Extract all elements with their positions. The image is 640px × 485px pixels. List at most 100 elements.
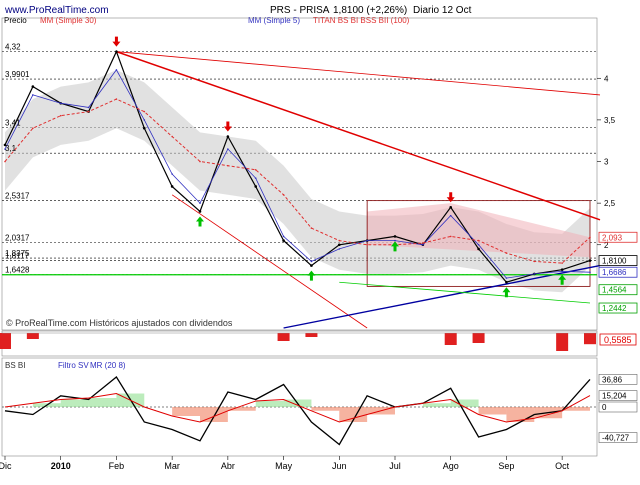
x-axis-label: Abr bbox=[221, 461, 235, 471]
price-point bbox=[561, 270, 563, 273]
price-axis-label: 1,8117 bbox=[5, 252, 29, 261]
osc-label: BS BI bbox=[5, 361, 25, 370]
mr-bar bbox=[88, 398, 117, 407]
price-axis-label: 3,1 bbox=[5, 144, 17, 153]
price-change-label: 1,8100 (+2,26%) bbox=[333, 5, 407, 16]
osc-tag: 0 bbox=[602, 403, 607, 412]
price-point bbox=[142, 126, 146, 130]
price-point bbox=[393, 235, 397, 238]
price-point bbox=[4, 160, 6, 163]
price-point bbox=[477, 239, 480, 242]
price-point bbox=[588, 259, 592, 262]
price-point bbox=[505, 252, 508, 254]
price-point bbox=[282, 194, 285, 196]
right-axis-label: 4 bbox=[604, 74, 609, 83]
bsbi-bar bbox=[556, 333, 569, 351]
price-tag: 1,6686 bbox=[602, 268, 627, 277]
x-axis-label: 2010 bbox=[51, 461, 71, 471]
price-point bbox=[449, 214, 452, 217]
right-axis-label: 3 bbox=[604, 158, 609, 167]
price-point bbox=[282, 235, 285, 238]
x-axis-label: May bbox=[275, 461, 293, 471]
price-point bbox=[87, 106, 90, 109]
osc-mr-label: MR (20 8) bbox=[90, 361, 126, 370]
price-axis-label: 3,9901 bbox=[5, 70, 30, 79]
price-axis-label: 2,0317 bbox=[5, 233, 30, 242]
price-point bbox=[143, 119, 146, 121]
price-point bbox=[32, 94, 34, 96]
price-point bbox=[337, 243, 341, 247]
mr-bar bbox=[255, 401, 284, 407]
price-point bbox=[338, 248, 341, 250]
bsbi-bar bbox=[26, 333, 39, 339]
x-axis-label: Oct bbox=[555, 461, 570, 471]
mr-bar bbox=[311, 407, 340, 411]
x-axis-label: Jul bbox=[389, 461, 401, 471]
osc-filter-label: Filtro SV bbox=[58, 361, 89, 370]
price-axis-label: 1,6428 bbox=[5, 266, 30, 275]
osc-tag: -40,727 bbox=[602, 434, 630, 443]
bsbi-bar bbox=[584, 333, 596, 345]
price-point bbox=[477, 243, 480, 246]
price-point bbox=[422, 242, 424, 244]
price-axis-label: 3,41 bbox=[5, 118, 21, 127]
price-point bbox=[310, 264, 313, 267]
price-axis-label: 4,32 bbox=[5, 43, 21, 52]
ma5-label: MM (Simple 5) bbox=[248, 16, 300, 25]
mr-bar bbox=[60, 399, 89, 407]
price-tag: 2,093 bbox=[602, 233, 623, 242]
bsbi-tag: 0,5585 bbox=[604, 335, 632, 345]
osc-tag: 36,86 bbox=[602, 375, 623, 384]
price-point bbox=[115, 50, 118, 53]
price-point bbox=[226, 135, 230, 138]
right-axis-label: 3,5 bbox=[604, 116, 616, 125]
price-point bbox=[31, 85, 35, 88]
price-point bbox=[115, 69, 118, 71]
x-axis-label: Sep bbox=[498, 461, 514, 471]
bsbi-bar bbox=[0, 333, 11, 349]
price-point bbox=[115, 98, 118, 100]
ticker-label: PRS - PRISA bbox=[270, 5, 330, 16]
bsbi-panel bbox=[1, 330, 598, 357]
price-point bbox=[32, 127, 34, 130]
price-point bbox=[505, 280, 508, 284]
price-point bbox=[589, 236, 591, 239]
price-point bbox=[171, 173, 173, 175]
price-point bbox=[198, 210, 202, 213]
price-point bbox=[171, 135, 173, 138]
price-point bbox=[59, 102, 62, 105]
price-point bbox=[227, 164, 229, 167]
period-label: Diario 12 Oct bbox=[413, 5, 472, 16]
mr-bar bbox=[172, 407, 200, 416]
price-point bbox=[477, 247, 480, 251]
price-point bbox=[310, 227, 313, 229]
copyright-label: © ProRealTime.com Históricos ajustados c… bbox=[6, 318, 233, 328]
price-point bbox=[533, 260, 536, 263]
x-axis-label: Mar bbox=[164, 461, 180, 471]
price-point bbox=[254, 169, 257, 171]
price-point bbox=[227, 148, 229, 150]
x-axis-label: Feb bbox=[109, 461, 125, 471]
mr-bar bbox=[478, 407, 507, 415]
price-point bbox=[505, 277, 508, 279]
x-axis-label: Ago bbox=[443, 461, 459, 471]
price-tag: 1,4564 bbox=[602, 286, 627, 295]
price-tag: 1,8100 bbox=[602, 257, 627, 266]
bsbi-bar bbox=[305, 333, 318, 337]
price-point bbox=[589, 271, 591, 274]
price-point bbox=[254, 185, 258, 188]
site-label: www.ProRealTime.com bbox=[4, 5, 109, 16]
right-axis-label: 2,5 bbox=[604, 199, 616, 208]
chart-label: Precio bbox=[4, 16, 27, 25]
price-point bbox=[59, 114, 62, 117]
bsbi-bar bbox=[444, 333, 457, 345]
mr-bar bbox=[200, 407, 228, 422]
ma30-label: MM (Simple 30) bbox=[40, 16, 97, 25]
x-axis-label: Dic bbox=[0, 461, 12, 471]
price-tag: 1,2442 bbox=[602, 304, 627, 313]
oscillator-tags: 36,86 15,204 0 -40,727 bbox=[598, 374, 638, 443]
bsbi-bar bbox=[472, 333, 485, 343]
price-point bbox=[282, 239, 285, 242]
osc-tag: 15,204 bbox=[602, 392, 627, 401]
price-point bbox=[533, 273, 536, 275]
